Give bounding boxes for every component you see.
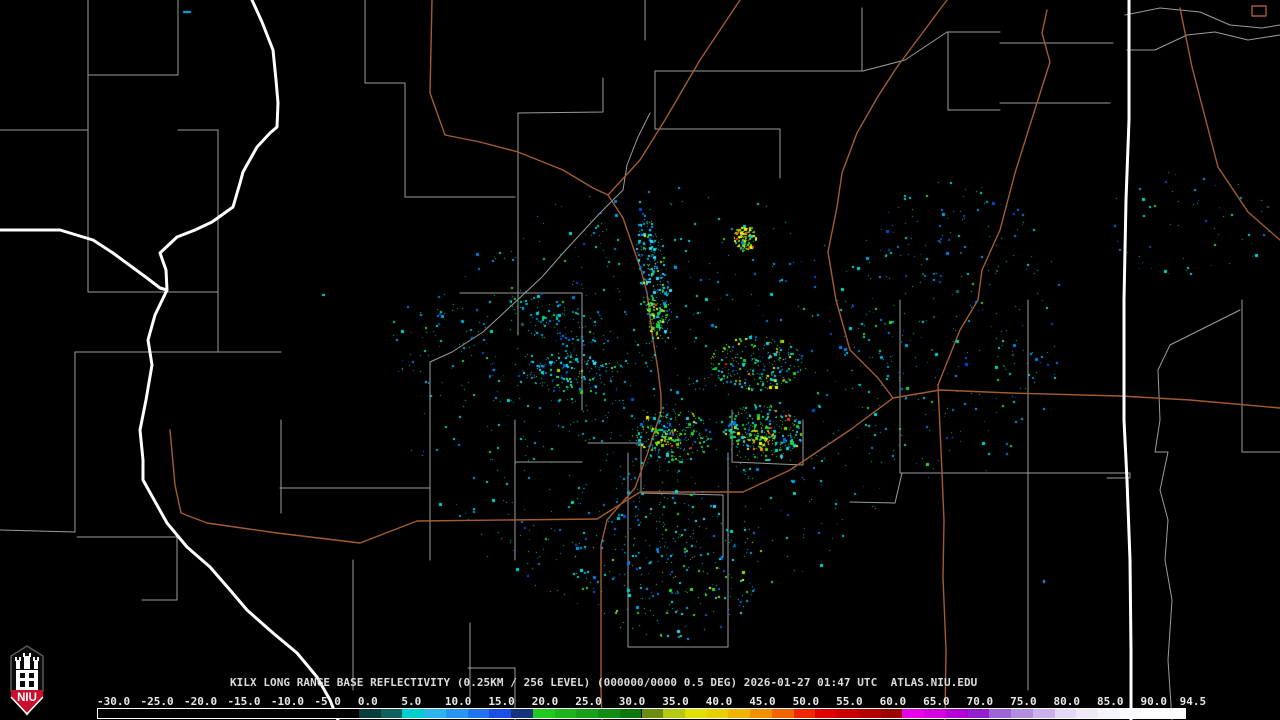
colorbar-tick-label: 60.0: [879, 695, 907, 708]
colorbar-segment: [445, 709, 468, 718]
colorbar-tick-label: 65.0: [923, 695, 950, 708]
colorbar-tick-label: 0.0: [357, 695, 378, 708]
colorbar-segment: [380, 709, 403, 718]
colorbar-segment: [402, 709, 425, 718]
colorbar-segment: [924, 709, 946, 718]
colorbar-tick-label: 85.0: [1097, 695, 1124, 708]
radar-product-title: KILX LONG RANGE BASE REFLECTIVITY (0.25K…: [230, 676, 978, 689]
colorbar-segment: [793, 709, 816, 718]
colorbar-segment: [1141, 709, 1164, 718]
colorbar-tick-label: 75.0: [1010, 695, 1037, 708]
colorbar-segment: [576, 709, 598, 718]
colorbar-segment: [532, 709, 555, 718]
colorbar-tick-label: 80.0: [1053, 695, 1081, 708]
colorbar-tick-label: -25.0: [140, 695, 174, 708]
colorbar-tick-label: 70.0: [966, 695, 994, 708]
colorbar-segment: [858, 709, 881, 718]
colorbar-segment: [684, 709, 707, 718]
colorbar-segment: [945, 709, 968, 718]
colorbar-segment: [641, 709, 664, 718]
colorbar-segment: [706, 709, 729, 718]
colorbar-tick-label: 25.0: [575, 695, 602, 708]
colorbar-segment: [1119, 709, 1142, 718]
colorbar-segment: [902, 709, 925, 718]
colorbar-tick-label: 90.0: [1140, 695, 1168, 708]
colorbar-segment: [358, 709, 381, 718]
colorbar-segment: [1011, 709, 1033, 718]
colorbar-segment: [1098, 709, 1120, 718]
niu-logo-text: NIU: [17, 692, 37, 704]
colorbar-segment: [989, 709, 1012, 718]
colorbar-tick-label: 5.0: [401, 695, 422, 708]
colorbar-tick-label: -30.0: [97, 695, 131, 708]
colorbar-tick-label: 94.5: [1179, 695, 1207, 708]
colorbar-segment: [598, 709, 620, 718]
colorbar-tick-label: -10.0: [270, 695, 305, 708]
colorbar-segment: [554, 709, 577, 718]
colorbar-tick-label: -5.0: [314, 695, 341, 708]
colorbar-segment: [1032, 709, 1055, 718]
colorbar-segment: [880, 709, 903, 718]
colorbar-segment: [1076, 709, 1099, 718]
colorbar-segment: [663, 709, 685, 718]
colorbar-tick-label: 10.0: [444, 695, 472, 708]
colorbar-segment: [771, 709, 794, 718]
colorbar-tick-label: 15.0: [488, 695, 515, 708]
reflectivity-colorbar: [97, 708, 1186, 719]
colorbar-segment: [815, 709, 838, 718]
colorbar-tick-label: 50.0: [792, 695, 820, 708]
radar-app-window: KILX LONG RANGE BASE REFLECTIVITY (0.25K…: [0, 0, 1280, 720]
colorbar-segment: [967, 709, 990, 718]
niu-logo: NIU: [10, 645, 44, 717]
colorbar-tick-label: -20.0: [183, 695, 218, 708]
radar-echo-layer: [0, 0, 1280, 720]
colorbar-segment: [750, 709, 772, 718]
colorbar-segment: [1054, 709, 1077, 718]
colorbar-segment: [511, 709, 533, 718]
colorbar-tick-label: 40.0: [705, 695, 733, 708]
colorbar-tick-label: 55.0: [836, 695, 863, 708]
colorbar-segment: [837, 709, 859, 718]
colorbar-segment: [1163, 709, 1185, 718]
colorbar-tick-label: 30.0: [618, 695, 646, 708]
colorbar-segment: [619, 709, 642, 718]
colorbar-segment: [489, 709, 512, 718]
colorbar-tick-label: 35.0: [662, 695, 689, 708]
colorbar-segment: [424, 709, 446, 718]
colorbar-segment: [467, 709, 490, 718]
colorbar-segment: [728, 709, 751, 718]
colorbar-tick-label: -15.0: [227, 695, 261, 708]
colorbar-tick-label: 45.0: [749, 695, 776, 708]
colorbar-tick-label: 20.0: [531, 695, 559, 708]
